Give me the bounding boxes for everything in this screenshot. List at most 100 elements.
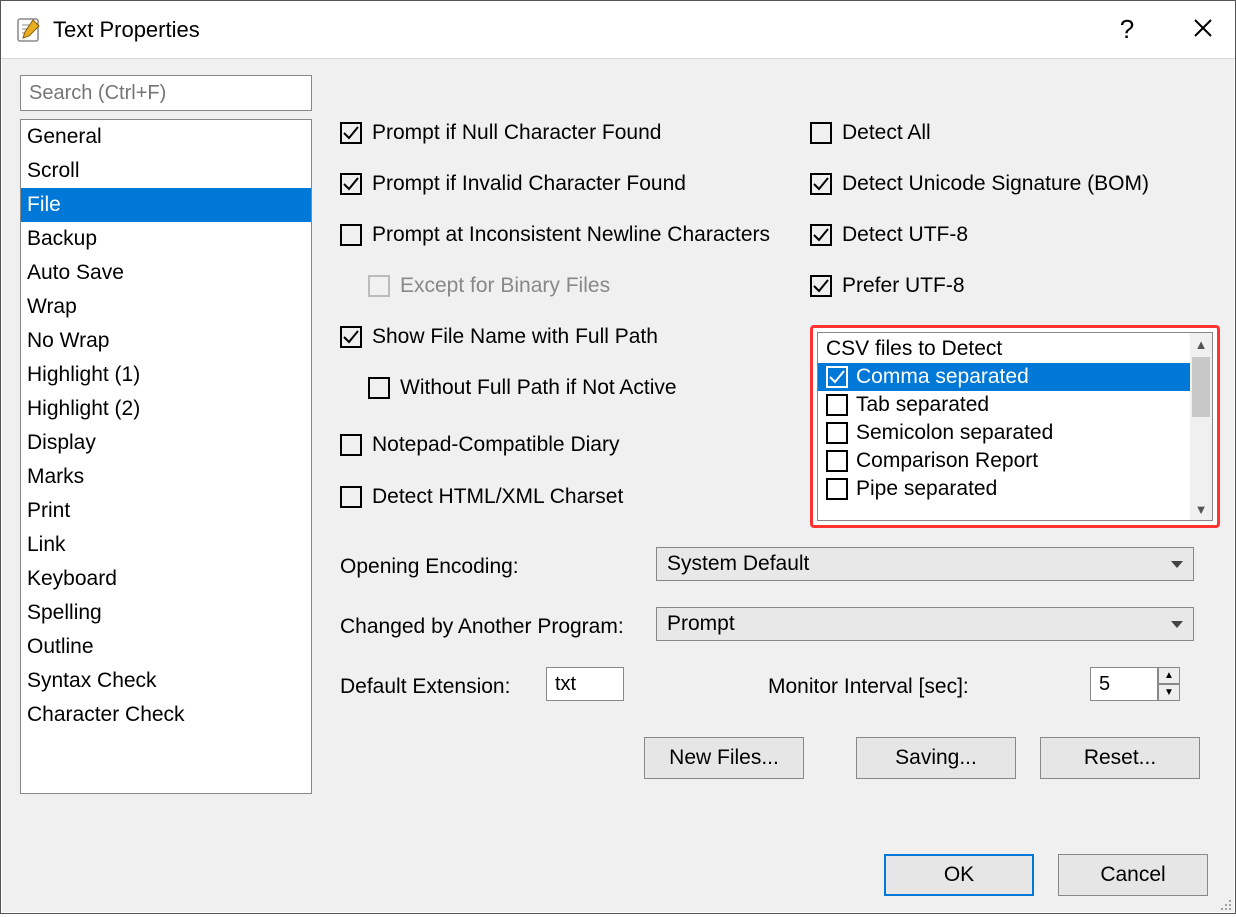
checkbox-icon bbox=[340, 486, 362, 508]
check-label: Detect HTML/XML Charset bbox=[372, 485, 623, 509]
checkbox-icon bbox=[368, 377, 390, 399]
csv-title: CSV files to Detect bbox=[818, 333, 1212, 363]
window-title: Text Properties bbox=[53, 17, 1109, 43]
check-notepad-diary[interactable]: Notepad-Compatible Diary bbox=[340, 433, 619, 457]
category-item[interactable]: Display bbox=[21, 426, 311, 460]
csv-item[interactable]: Pipe separated bbox=[818, 475, 1212, 503]
resize-grip-icon[interactable] bbox=[1216, 894, 1232, 910]
category-list[interactable]: GeneralScrollFileBackupAuto SaveWrapNo W… bbox=[20, 119, 312, 794]
check-detect-bom[interactable]: Detect Unicode Signature (BOM) bbox=[810, 172, 1149, 196]
check-without-full-path[interactable]: Without Full Path if Not Active bbox=[368, 376, 677, 400]
label-monitor-interval: Monitor Interval [sec]: bbox=[768, 675, 969, 699]
category-item[interactable]: Scroll bbox=[21, 154, 311, 188]
label-default-extension: Default Extension: bbox=[340, 675, 510, 699]
button-label: Cancel bbox=[1100, 863, 1165, 887]
category-item[interactable]: Print bbox=[21, 494, 311, 528]
category-item[interactable]: Character Check bbox=[21, 698, 311, 732]
check-prompt-newline[interactable]: Prompt at Inconsistent Newline Character… bbox=[340, 223, 770, 247]
label-opening-encoding: Opening Encoding: bbox=[340, 555, 519, 579]
check-label: Prompt if Invalid Character Found bbox=[372, 172, 686, 196]
category-item[interactable]: Link bbox=[21, 528, 311, 562]
category-item[interactable]: Highlight (1) bbox=[21, 358, 311, 392]
csv-item[interactable]: Comparison Report bbox=[818, 447, 1212, 475]
scroll-up-icon[interactable]: ▲ bbox=[1190, 333, 1212, 355]
category-item[interactable]: Backup bbox=[21, 222, 311, 256]
category-item[interactable]: Marks bbox=[21, 460, 311, 494]
input-default-extension[interactable] bbox=[546, 667, 624, 701]
spin-value[interactable] bbox=[1090, 667, 1158, 701]
checkbox-icon bbox=[826, 450, 848, 472]
category-item[interactable]: Highlight (2) bbox=[21, 392, 311, 426]
check-label: Without Full Path if Not Active bbox=[400, 376, 677, 400]
button-label: New Files... bbox=[669, 746, 779, 770]
scroll-thumb[interactable] bbox=[1192, 357, 1210, 417]
check-label: Prompt at Inconsistent Newline Character… bbox=[372, 223, 770, 247]
check-label: Except for Binary Files bbox=[400, 274, 610, 298]
csv-item-label: Pipe separated bbox=[856, 477, 997, 501]
check-show-full-path[interactable]: Show File Name with Full Path bbox=[340, 325, 658, 349]
csv-item-label: Comma separated bbox=[856, 365, 1029, 389]
titlebar: Text Properties ? bbox=[1, 1, 1235, 59]
check-label: Prefer UTF-8 bbox=[842, 274, 965, 298]
combo-opening-encoding[interactable]: System Default bbox=[656, 547, 1194, 581]
check-label: Detect All bbox=[842, 121, 931, 145]
new-files-button[interactable]: New Files... bbox=[644, 737, 804, 779]
spin-down-icon[interactable]: ▼ bbox=[1158, 684, 1180, 701]
csv-detect-panel: CSV files to Detect Comma separated Tab s… bbox=[810, 325, 1220, 528]
check-prompt-null[interactable]: Prompt if Null Character Found bbox=[340, 121, 661, 145]
saving-button[interactable]: Saving... bbox=[856, 737, 1016, 779]
csv-item-label: Semicolon separated bbox=[856, 421, 1053, 445]
category-item[interactable]: General bbox=[21, 120, 311, 154]
check-detect-utf8[interactable]: Detect UTF-8 bbox=[810, 223, 968, 247]
button-label: Reset... bbox=[1084, 746, 1156, 770]
check-label: Notepad-Compatible Diary bbox=[372, 433, 619, 457]
client-area: GeneralScrollFileBackupAuto SaveWrapNo W… bbox=[2, 59, 1234, 912]
csv-item-label: Comparison Report bbox=[856, 449, 1038, 473]
help-icon[interactable]: ? bbox=[1109, 14, 1145, 45]
check-except-binary: Except for Binary Files bbox=[368, 274, 610, 298]
check-label: Detect UTF-8 bbox=[842, 223, 968, 247]
check-label: Show File Name with Full Path bbox=[372, 325, 658, 349]
checkbox-icon bbox=[340, 122, 362, 144]
reset-button[interactable]: Reset... bbox=[1040, 737, 1200, 779]
category-item[interactable]: No Wrap bbox=[21, 324, 311, 358]
csv-item[interactable]: Semicolon separated bbox=[818, 419, 1212, 447]
check-detect-charset[interactable]: Detect HTML/XML Charset bbox=[340, 485, 623, 509]
ok-button[interactable]: OK bbox=[884, 854, 1034, 896]
csv-item-label: Tab separated bbox=[856, 393, 989, 417]
scrollbar[interactable]: ▲ ▼ bbox=[1190, 333, 1212, 520]
category-item[interactable]: Auto Save bbox=[21, 256, 311, 290]
checkbox-icon bbox=[340, 434, 362, 456]
check-prompt-invalid[interactable]: Prompt if Invalid Character Found bbox=[340, 172, 686, 196]
scroll-down-icon[interactable]: ▼ bbox=[1190, 498, 1212, 520]
csv-detect-list[interactable]: CSV files to Detect Comma separated Tab s… bbox=[817, 332, 1213, 521]
category-item[interactable]: Outline bbox=[21, 630, 311, 664]
checkbox-icon bbox=[826, 422, 848, 444]
button-label: OK bbox=[944, 863, 974, 887]
check-prefer-utf8[interactable]: Prefer UTF-8 bbox=[810, 274, 965, 298]
category-item[interactable]: File bbox=[21, 188, 311, 222]
category-item[interactable]: Wrap bbox=[21, 290, 311, 324]
checkbox-icon bbox=[368, 275, 390, 297]
checkbox-icon bbox=[340, 224, 362, 246]
close-icon[interactable] bbox=[1185, 14, 1221, 45]
checkbox-icon bbox=[810, 224, 832, 246]
combo-value: System Default bbox=[667, 552, 809, 576]
spin-monitor-interval[interactable]: ▲ ▼ bbox=[1090, 667, 1180, 701]
left-panel: GeneralScrollFileBackupAuto SaveWrapNo W… bbox=[20, 75, 312, 794]
csv-item[interactable]: Comma separated bbox=[818, 363, 1212, 391]
check-detect-all[interactable]: Detect All bbox=[810, 121, 931, 145]
checkbox-icon bbox=[826, 478, 848, 500]
category-item[interactable]: Spelling bbox=[21, 596, 311, 630]
cancel-button[interactable]: Cancel bbox=[1058, 854, 1208, 896]
category-item[interactable]: Keyboard bbox=[21, 562, 311, 596]
csv-item[interactable]: Tab separated bbox=[818, 391, 1212, 419]
search-input[interactable] bbox=[20, 75, 312, 111]
label-changed-by: Changed by Another Program: bbox=[340, 615, 624, 639]
spin-up-icon[interactable]: ▲ bbox=[1158, 667, 1180, 684]
category-item[interactable]: Syntax Check bbox=[21, 664, 311, 698]
check-label: Detect Unicode Signature (BOM) bbox=[842, 172, 1149, 196]
checkbox-icon bbox=[340, 326, 362, 348]
app-icon bbox=[15, 16, 43, 44]
combo-changed-by[interactable]: Prompt bbox=[656, 607, 1194, 641]
